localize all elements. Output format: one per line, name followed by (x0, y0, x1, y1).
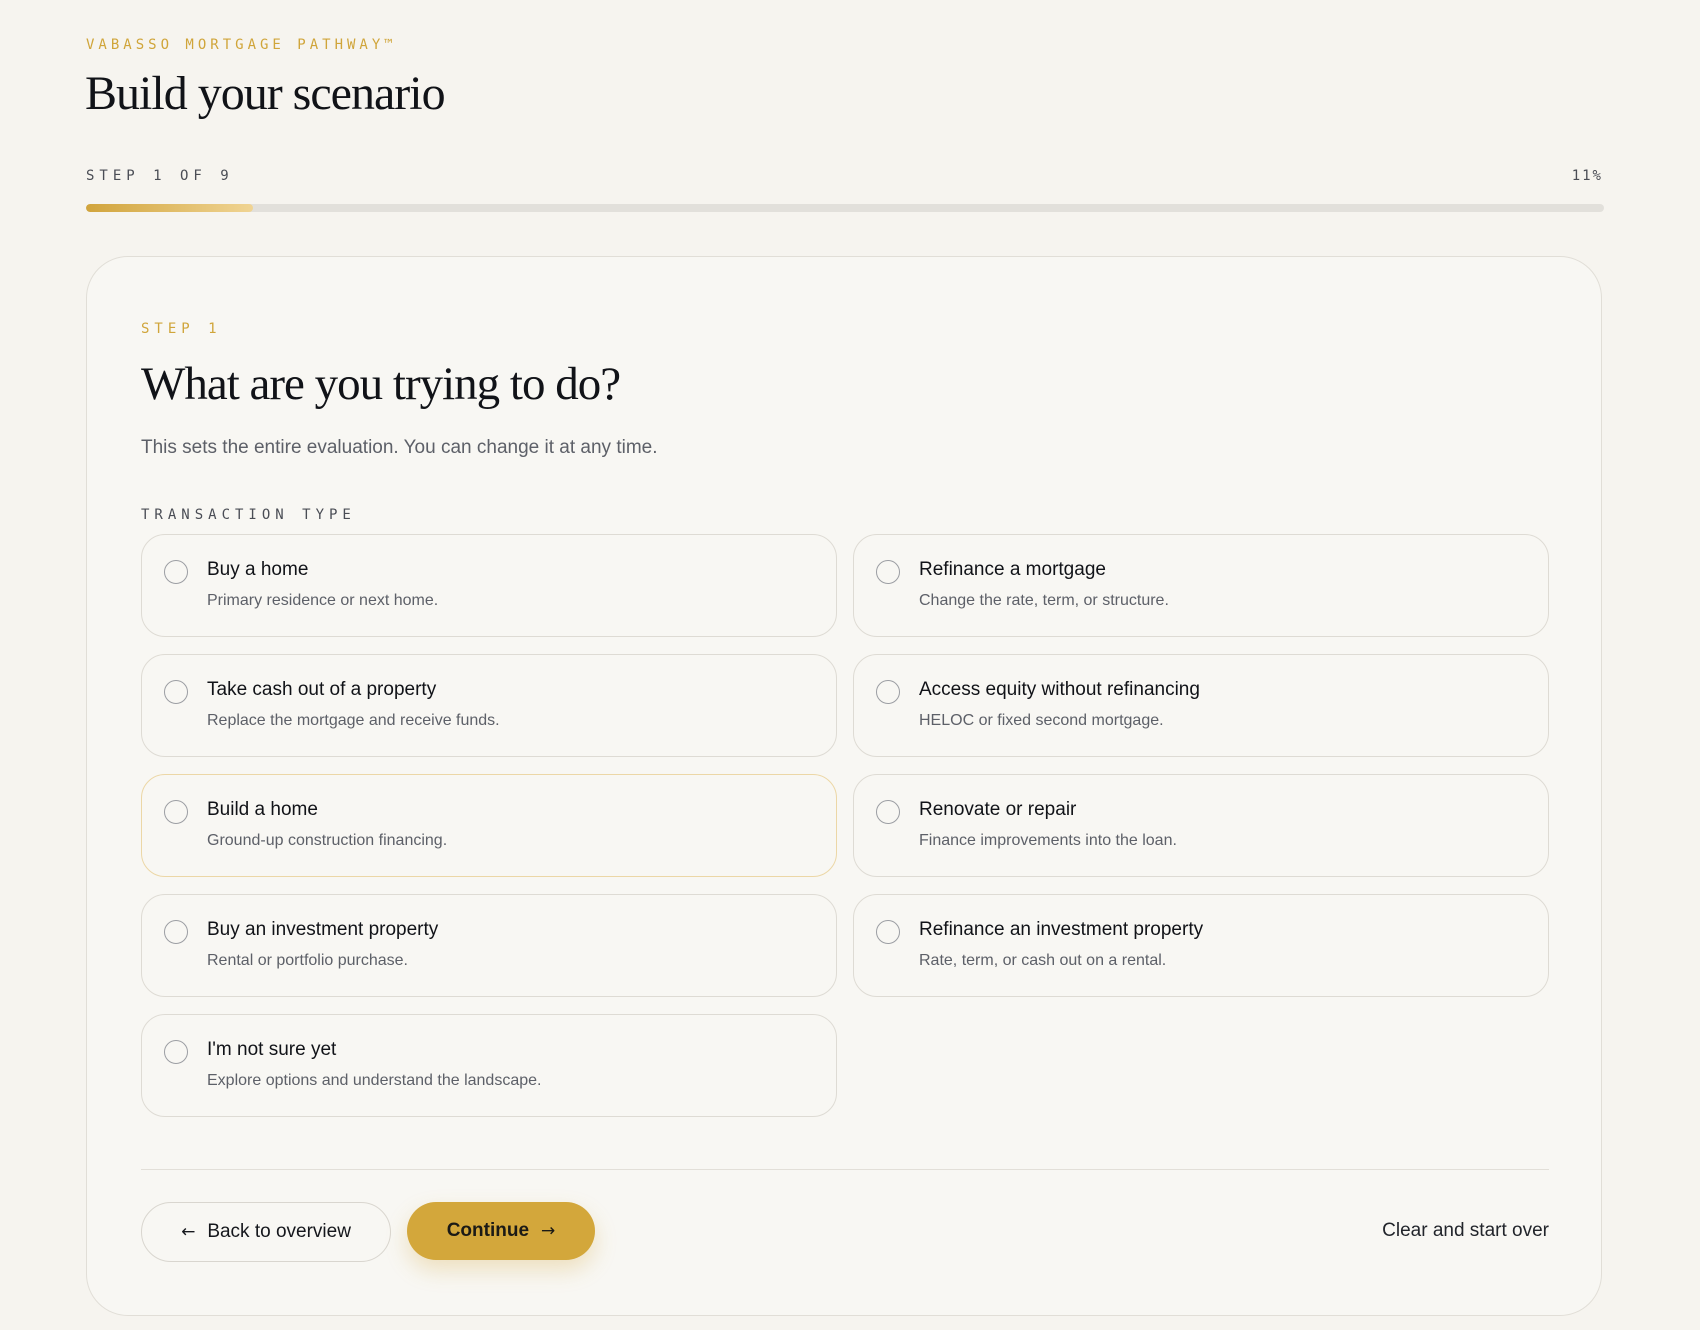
brand-name: VABASSO MORTGAGE PATHWAY™ (86, 37, 397, 53)
clear-and-start-over-link[interactable]: Clear and start over (1382, 1220, 1549, 1242)
option-description: HELOC or fixed second mortgage. (919, 712, 1164, 729)
radio-button[interactable] (164, 560, 188, 584)
radio-button[interactable] (876, 680, 900, 704)
arrow-right-icon: → (541, 1221, 556, 1241)
radio-button[interactable] (876, 800, 900, 824)
transaction-type-label: TRANSACTION TYPE (141, 507, 356, 523)
option-title: Build a home (207, 799, 318, 820)
transaction-type-options: Buy a home Primary residence or next hom… (141, 534, 1549, 1117)
option-title: I'm not sure yet (207, 1039, 337, 1060)
footer-divider (141, 1169, 1549, 1170)
radio-button[interactable] (876, 560, 900, 584)
option-refinance-a-mortgage[interactable]: Refinance a mortgage Change the rate, te… (853, 534, 1549, 637)
radio-button[interactable] (164, 920, 188, 944)
step-card: STEP 1 What are you trying to do? This s… (86, 256, 1602, 1316)
option-title: Refinance a mortgage (919, 559, 1106, 580)
option-refinance-investment-property[interactable]: Refinance an investment property Rate, t… (853, 894, 1549, 997)
continue-button[interactable]: Continue → (407, 1202, 595, 1260)
option-title: Access equity without refinancing (919, 679, 1200, 700)
option-access-equity[interactable]: Access equity without refinancing HELOC … (853, 654, 1549, 757)
progress-percent: 11% (1571, 168, 1603, 184)
radio-button[interactable] (164, 680, 188, 704)
option-title: Buy a home (207, 559, 309, 580)
radio-button[interactable] (164, 1040, 188, 1064)
option-take-cash-out[interactable]: Take cash out of a property Replace the … (141, 654, 837, 757)
option-title: Buy an investment property (207, 919, 439, 940)
option-not-sure-yet[interactable]: I'm not sure yet Explore options and und… (141, 1014, 837, 1117)
option-description: Rental or portfolio purchase. (207, 952, 408, 969)
option-description: Change the rate, term, or structure. (919, 592, 1169, 609)
radio-button[interactable] (164, 800, 188, 824)
option-description: Rate, term, or cash out on a rental. (919, 952, 1167, 969)
step-kicker: STEP 1 (141, 321, 222, 337)
arrow-left-icon: ← (181, 1222, 196, 1242)
step-subtitle: This sets the entire evaluation. You can… (141, 437, 658, 458)
option-buy-a-home[interactable]: Buy a home Primary residence or next hom… (141, 534, 837, 637)
progress-bar-fill (86, 204, 253, 212)
option-description: Ground-up construction financing. (207, 832, 448, 849)
option-renovate-or-repair[interactable]: Renovate or repair Finance improvements … (853, 774, 1549, 877)
option-build-a-home[interactable]: Build a home Ground-up construction fina… (141, 774, 837, 877)
back-to-overview-button[interactable]: ← Back to overview (141, 1202, 391, 1262)
continue-button-label: Continue (446, 1220, 530, 1241)
option-title: Renovate or repair (919, 799, 1077, 820)
progress-step-label: STEP 1 OF 9 (86, 168, 234, 184)
option-description: Explore options and understand the lands… (207, 1072, 542, 1089)
option-title: Take cash out of a property (207, 679, 437, 700)
back-button-label: Back to overview (207, 1221, 351, 1242)
progress-bar (86, 204, 1604, 212)
option-title: Refinance an investment property (919, 919, 1204, 940)
option-description: Primary residence or next home. (207, 592, 439, 609)
option-description: Finance improvements into the loan. (919, 832, 1177, 849)
radio-button[interactable] (876, 920, 900, 944)
page-title: Build your scenario (85, 67, 446, 120)
step-question: What are you trying to do? (141, 358, 621, 410)
option-buy-investment-property[interactable]: Buy an investment property Rental or por… (141, 894, 837, 997)
option-description: Replace the mortgage and receive funds. (207, 712, 500, 729)
